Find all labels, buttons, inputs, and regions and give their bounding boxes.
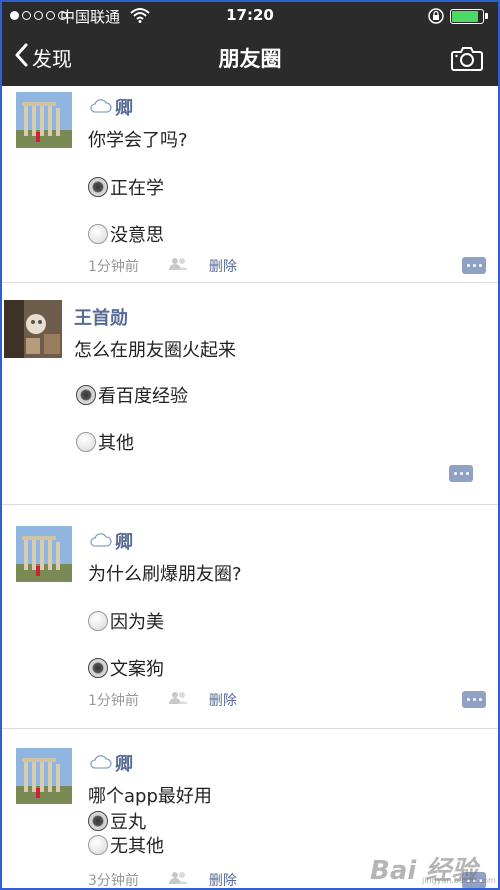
poll-option-label: 看百度经验 bbox=[98, 386, 188, 407]
moment-post: 卿 为什么刷爆朋友圈? 因为美 文案狗 1分钟前 删除 bbox=[2, 504, 498, 729]
friends-icon bbox=[167, 691, 189, 709]
comment-button[interactable] bbox=[462, 691, 486, 708]
friends-icon bbox=[167, 871, 189, 888]
clock: 17:20 bbox=[226, 6, 274, 24]
post-question: 你学会了吗? bbox=[88, 130, 188, 151]
poll-option-label: 无其他 bbox=[110, 836, 164, 857]
post-time: 1分钟前 bbox=[88, 693, 139, 709]
moment-post: 王首勋 怎么在朋友圈火起来 看百度经验 其他 bbox=[2, 282, 498, 505]
poll-option[interactable]: 文案狗 bbox=[88, 655, 164, 681]
poll-option[interactable]: 正在学 bbox=[88, 174, 164, 200]
author-name[interactable]: 卿 bbox=[90, 750, 133, 776]
radio-unselected-icon bbox=[76, 432, 96, 452]
cloud-icon bbox=[90, 531, 112, 552]
radio-selected-icon bbox=[76, 385, 96, 405]
poll-option-label: 其他 bbox=[98, 433, 134, 454]
author-name[interactable]: 王首勋 bbox=[74, 304, 128, 330]
post-meta: 3分钟前 删除 bbox=[88, 870, 237, 889]
battery-fill bbox=[452, 11, 479, 22]
radio-unselected-icon bbox=[88, 835, 108, 855]
author-label: 卿 bbox=[115, 754, 133, 775]
radio-selected-icon bbox=[88, 658, 108, 678]
poll-option[interactable]: 看百度经验 bbox=[76, 382, 188, 408]
rotation-lock-icon bbox=[427, 7, 445, 29]
post-question: 哪个app最好用 bbox=[88, 786, 212, 807]
post-time: 1分钟前 bbox=[88, 259, 139, 275]
author-name[interactable]: 卿 bbox=[90, 528, 133, 554]
phone-screen: 中国联通 17:20 发现 朋友圈 卿 你学会了吗? 正在学 没意思 1分钟前 … bbox=[0, 0, 500, 890]
delete-link[interactable]: 删除 bbox=[209, 690, 237, 710]
radio-unselected-icon bbox=[88, 611, 108, 631]
post-question: 怎么在朋友圈火起来 bbox=[74, 340, 236, 361]
chevron-left-icon bbox=[14, 43, 28, 72]
author-label: 卿 bbox=[115, 98, 133, 119]
poll-option[interactable]: 因为美 bbox=[88, 608, 164, 634]
poll-option[interactable]: 其他 bbox=[76, 429, 134, 455]
status-bar: 中国联通 17:20 bbox=[2, 2, 498, 30]
post-time: 3分钟前 bbox=[88, 873, 139, 889]
poll-option-label: 文案狗 bbox=[110, 659, 164, 680]
back-label: 发现 bbox=[32, 47, 72, 71]
friends-icon bbox=[167, 257, 189, 275]
baidu-watermark-url: jingyan.baidu.com bbox=[422, 876, 496, 885]
back-button[interactable]: 发现 bbox=[14, 43, 72, 72]
cloud-icon bbox=[90, 753, 112, 774]
battery-tip bbox=[485, 13, 488, 19]
radio-selected-icon bbox=[88, 811, 108, 831]
post-meta: 1分钟前 删除 bbox=[88, 256, 237, 276]
delete-link[interactable]: 删除 bbox=[209, 256, 237, 276]
page-title: 朋友圈 bbox=[218, 47, 282, 71]
comment-button[interactable] bbox=[449, 465, 473, 482]
moment-post: 卿 你学会了吗? 正在学 没意思 1分钟前 删除 bbox=[2, 86, 498, 283]
poll-option-label: 没意思 bbox=[110, 225, 164, 246]
cloud-icon bbox=[90, 97, 112, 118]
battery-icon bbox=[450, 9, 484, 24]
post-question: 为什么刷爆朋友圈? bbox=[88, 564, 242, 585]
radio-selected-icon bbox=[88, 177, 108, 197]
poll-option-label: 因为美 bbox=[110, 612, 164, 633]
avatar[interactable] bbox=[16, 92, 72, 148]
avatar[interactable] bbox=[16, 526, 72, 582]
poll-option[interactable]: 豆丸 bbox=[88, 808, 146, 834]
avatar[interactable] bbox=[4, 300, 62, 358]
camera-icon[interactable] bbox=[451, 45, 483, 75]
poll-option-label: 豆丸 bbox=[110, 812, 146, 833]
poll-option[interactable]: 无其他 bbox=[88, 832, 164, 858]
post-meta: 1分钟前 删除 bbox=[88, 690, 237, 710]
navigation-bar: 发现 朋友圈 bbox=[2, 30, 498, 86]
radio-unselected-icon bbox=[88, 224, 108, 244]
avatar[interactable] bbox=[16, 748, 72, 804]
poll-option[interactable]: 没意思 bbox=[88, 221, 164, 247]
author-label: 卿 bbox=[115, 532, 133, 553]
delete-link[interactable]: 删除 bbox=[209, 870, 237, 888]
author-name[interactable]: 卿 bbox=[90, 94, 133, 120]
poll-option-label: 正在学 bbox=[110, 178, 164, 199]
comment-button[interactable] bbox=[462, 257, 486, 274]
